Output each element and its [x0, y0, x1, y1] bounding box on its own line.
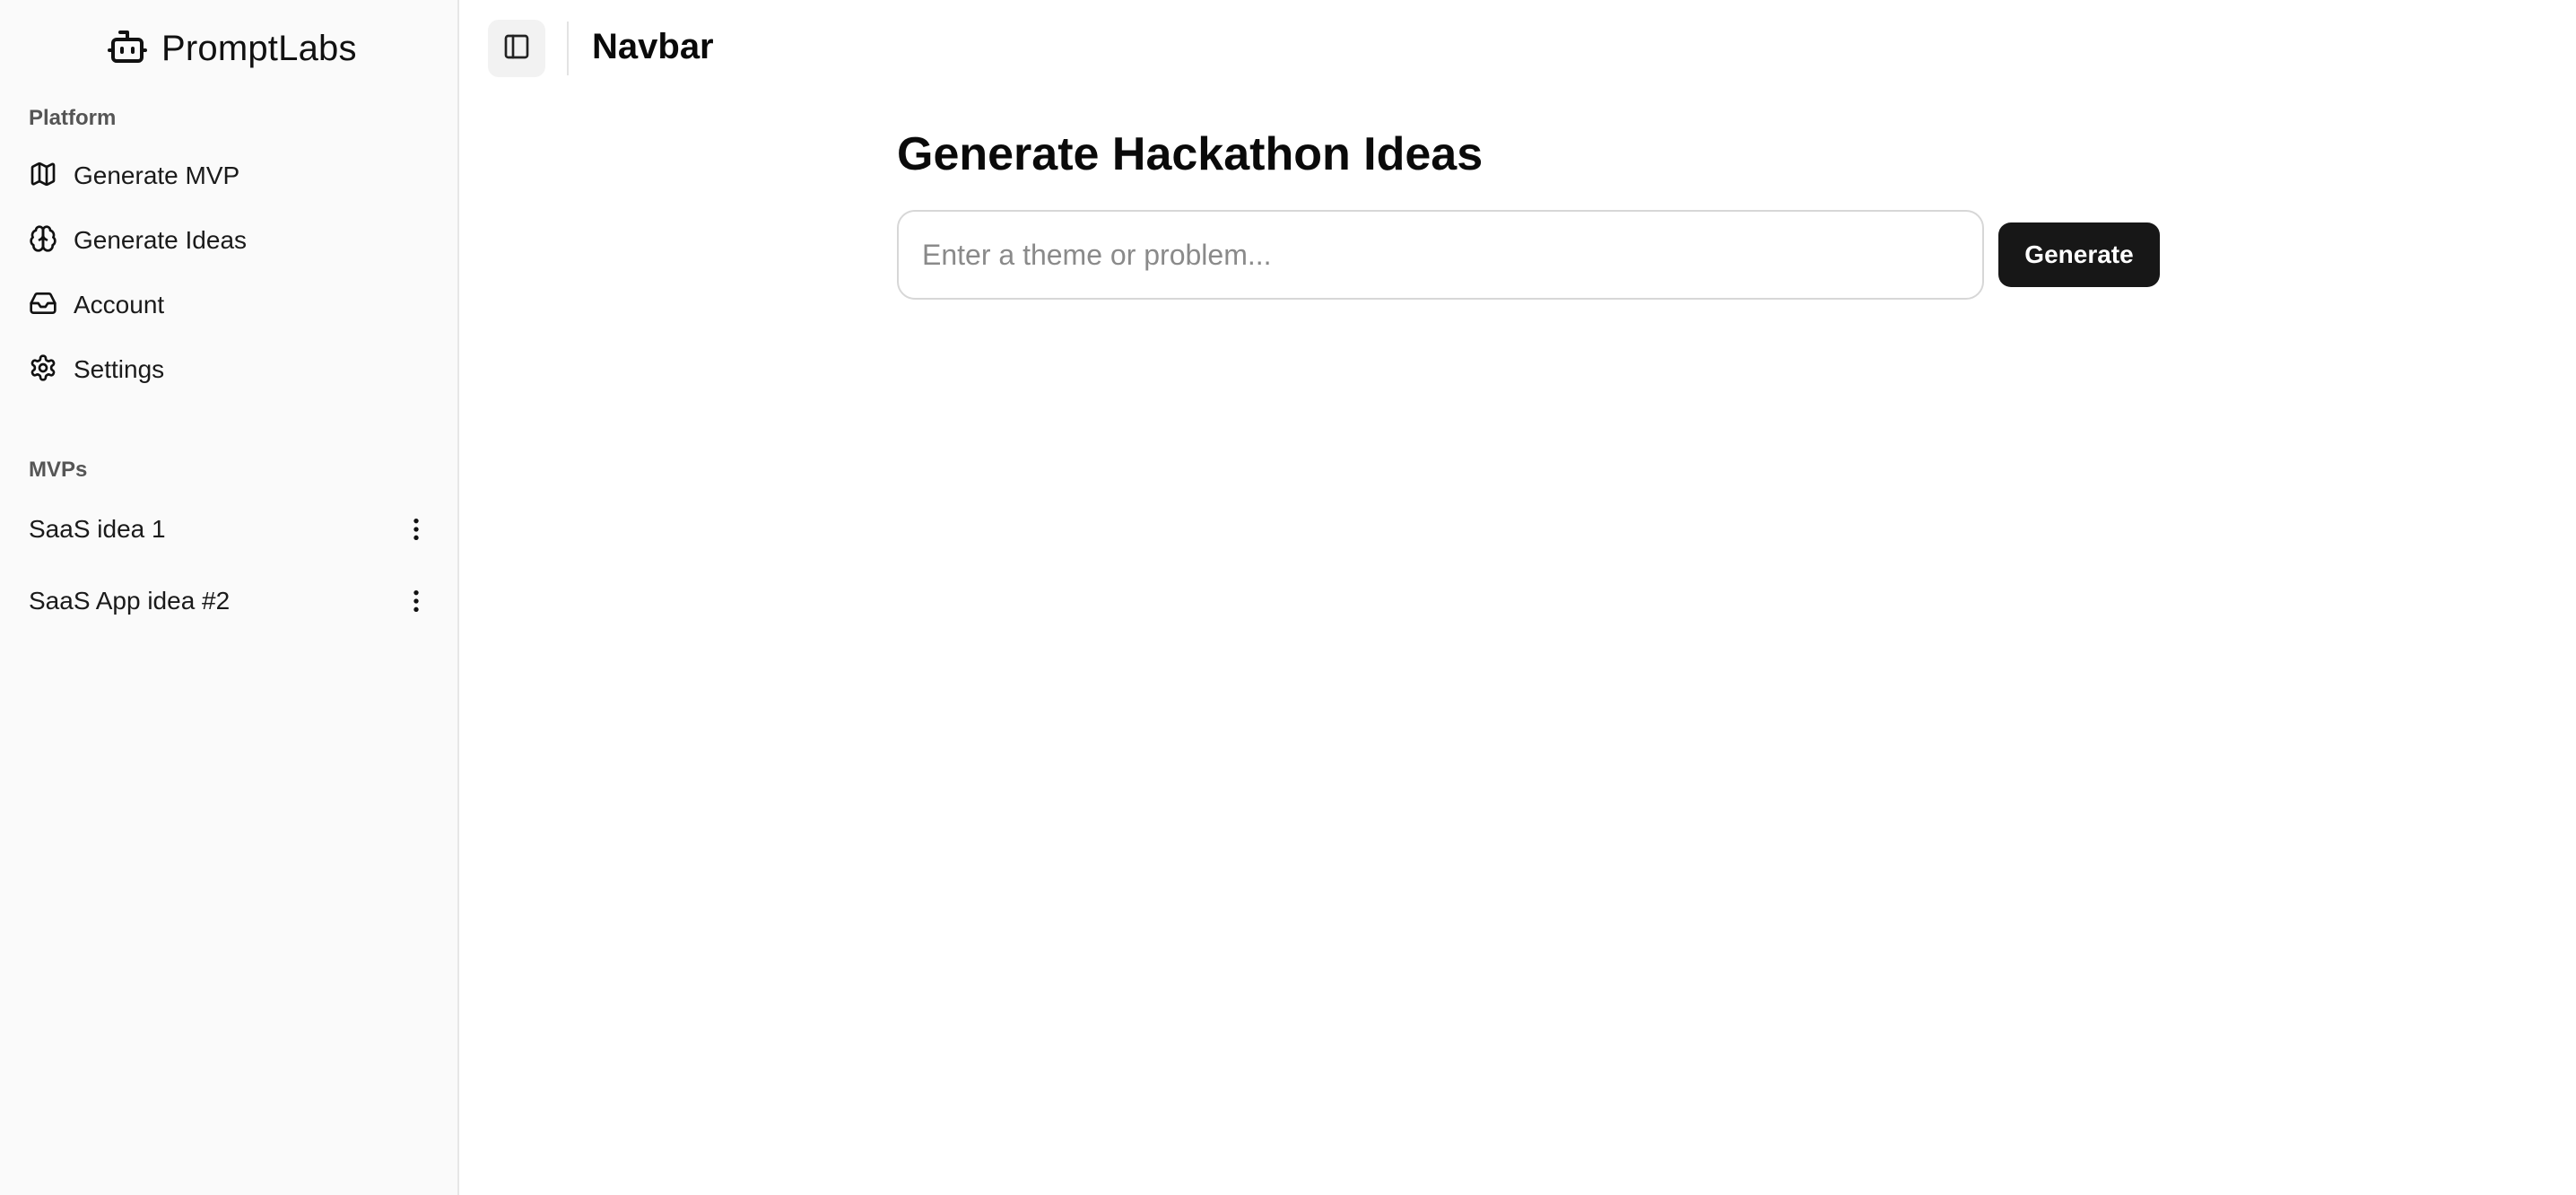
page-title: Generate Hackathon Ideas [897, 128, 1484, 180]
generate-button[interactable]: Generate [1998, 222, 2160, 287]
bot-icon [106, 25, 149, 73]
brand[interactable]: PromptLabs [106, 20, 357, 77]
theme-input[interactable] [897, 210, 1984, 300]
mvp-item-label: SaaS App idea #2 [29, 587, 231, 615]
more-vertical-icon[interactable] [398, 583, 434, 619]
inbox-icon [29, 289, 57, 322]
sidebar-item-label: Account [74, 291, 165, 318]
sidebar-toggle-button[interactable] [488, 20, 545, 77]
mvp-item-label: SaaS idea 1 [29, 515, 166, 543]
panel-left-icon [502, 32, 531, 65]
mvp-item[interactable]: SaaS App idea #2 [14, 571, 445, 632]
sidebar-item-generate-mvp[interactable]: Generate MVP [14, 147, 445, 205]
topbar: Navbar [459, 0, 2576, 97]
sidebar-item-account[interactable]: Account [14, 276, 445, 334]
sidebar-item-settings[interactable]: Settings [14, 341, 445, 398]
map-icon [29, 160, 57, 193]
sidebar-item-generate-ideas[interactable]: Generate Ideas [14, 212, 445, 269]
platform-group-label: Platform [29, 106, 117, 130]
topbar-divider [567, 22, 569, 75]
sidebar-item-label: Settings [74, 355, 165, 383]
sidebar-item-label: Generate Ideas [74, 226, 248, 254]
sidebar-item-label: Generate MVP [74, 161, 240, 189]
brain-icon [29, 224, 57, 257]
gear-icon [29, 353, 57, 387]
sidebar: PromptLabs Platform Generate MVP Generat… [0, 0, 459, 1195]
mvp-item[interactable]: SaaS idea 1 [14, 499, 445, 560]
mvps-group-label: MVPs [29, 458, 88, 482]
brand-name: PromptLabs [161, 28, 357, 68]
more-vertical-icon[interactable] [398, 511, 434, 547]
topbar-title: Navbar [592, 27, 714, 66]
